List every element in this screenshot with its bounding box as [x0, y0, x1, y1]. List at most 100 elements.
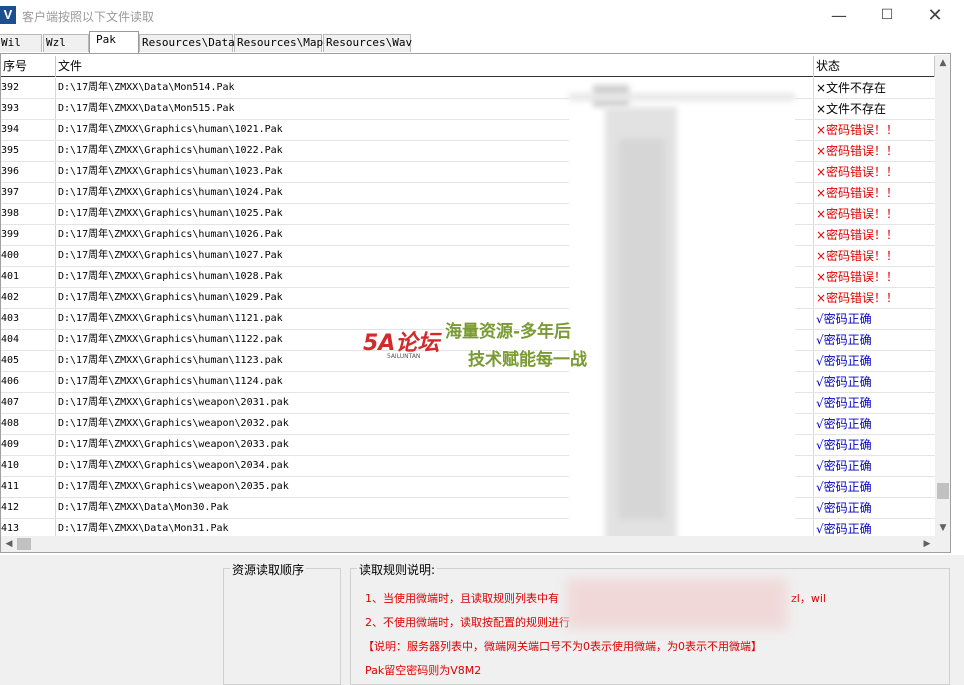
row-status: √密码正确: [813, 372, 935, 392]
row-file-path: D:\17周年\ZMXX\Graphics\human\1026.Pak: [58, 229, 283, 240]
row-status: ×密码错误！！: [813, 225, 935, 245]
row-status: ×文件不存在: [813, 99, 935, 119]
minimize-button[interactable]: —: [816, 0, 862, 31]
row-number: 395: [1, 141, 56, 161]
row-status: ×密码错误！！: [813, 288, 935, 308]
row-status: √密码正确: [813, 309, 935, 329]
vertical-scrollbar[interactable]: ▲ ▼: [935, 55, 950, 536]
rule-line-1-tail: zl，wil: [791, 592, 826, 605]
row-status: √密码正确: [813, 456, 935, 476]
row-file-path: D:\17周年\ZMXX\Graphics\weapon\2032.pak: [58, 418, 289, 429]
row-status: ×密码错误！！: [813, 162, 935, 182]
close-button[interactable]: ✕: [912, 0, 958, 31]
row-file-path: D:\17周年\ZMXX\Graphics\weapon\2033.pak: [58, 439, 289, 450]
pak-password-note: Pak留空密码则为V8M2: [365, 664, 482, 677]
row-number: 412: [1, 498, 56, 518]
row-file-path: D:\17周年\ZMXX\Graphics\human\1029.Pak: [58, 292, 283, 303]
row-number: 409: [1, 435, 56, 455]
row-file-path: D:\17周年\ZMXX\Graphics\human\1028.Pak: [58, 271, 283, 282]
watermark-line-1: 海量资源-多年后: [445, 322, 572, 342]
column-header-no[interactable]: 序号: [1, 56, 56, 77]
row-file-path: D:\17周年\ZMXX\Graphics\weapon\2034.pak: [58, 460, 289, 471]
row-number: 396: [1, 162, 56, 182]
row-file-path: D:\17周年\ZMXX\Graphics\human\1022.Pak: [58, 145, 283, 156]
watermark-subtitle: 5AILUNTAN: [387, 353, 421, 360]
scroll-left-icon[interactable]: ◀: [1, 536, 17, 552]
grid-header: 序号 文件 状态: [1, 56, 935, 77]
window-title: 客户端按照以下文件读取: [22, 10, 155, 24]
tab-resources-map[interactable]: Resources\Map: [234, 34, 323, 52]
watermark-line-2: 技术赋能每一战: [468, 350, 587, 370]
column-header-file[interactable]: 文件: [56, 56, 813, 77]
row-number: 397: [1, 183, 56, 203]
tab-resources-data[interactable]: Resources\Data: [139, 34, 235, 52]
row-number: 399: [1, 225, 56, 245]
scroll-right-icon[interactable]: ▶: [919, 536, 935, 552]
row-file-path: D:\17周年\ZMXX\Graphics\human\1027.Pak: [58, 250, 283, 261]
rule-line-1: 1、当使用微端时，且读取规则列表中有: [365, 592, 559, 605]
row-number: 411: [1, 477, 56, 497]
row-number: 408: [1, 414, 56, 434]
row-file-path: D:\17周年\ZMXX\Graphics\human\1023.Pak: [58, 166, 283, 177]
row-number: 406: [1, 372, 56, 392]
row-status: √密码正确: [813, 498, 935, 518]
tab-pak[interactable]: Pak: [89, 31, 139, 53]
tab-strip: Wil Wzl Pak Resources\Data Resources\Map…: [0, 31, 964, 53]
row-status: ×密码错误！！: [813, 141, 935, 161]
row-status: ×密码错误！！: [813, 183, 935, 203]
row-status: √密码正确: [813, 477, 935, 497]
row-status: ×文件不存在: [813, 78, 935, 98]
row-status: ×密码错误！！: [813, 267, 935, 287]
row-file-path: D:\17周年\ZMXX\Graphics\human\1024.Pak: [58, 187, 283, 198]
maximize-button[interactable]: ☐: [864, 0, 910, 31]
row-status: √密码正确: [813, 393, 935, 413]
row-number: 401: [1, 267, 56, 287]
row-number: 410: [1, 456, 56, 476]
row-file-path: D:\17周年\ZMXX\Data\Mon30.Pak: [58, 502, 229, 513]
row-status: √密码正确: [813, 435, 935, 455]
column-header-status[interactable]: 状态: [813, 56, 935, 77]
row-number: 398: [1, 204, 56, 224]
row-number: 407: [1, 393, 56, 413]
tab-resources-wav[interactable]: Resources\Wav: [323, 34, 412, 52]
read-order-label: 资源读取顺序: [230, 561, 307, 578]
row-file-path: D:\17周年\ZMXX\Graphics\human\1025.Pak: [58, 208, 283, 219]
tab-wil[interactable]: Wil: [0, 34, 42, 52]
row-number: 394: [1, 120, 56, 140]
tab-wzl[interactable]: Wzl: [43, 34, 89, 52]
title-bar: V 客户端按照以下文件读取 — ☐ ✕: [0, 0, 964, 31]
row-number: 392: [1, 78, 56, 98]
row-number: 404: [1, 330, 56, 350]
row-status: √密码正确: [813, 351, 935, 371]
row-file-path: D:\17周年\ZMXX\Graphics\weapon\2031.pak: [58, 397, 289, 408]
app-v-icon: V: [0, 6, 16, 24]
scroll-corner: [935, 536, 950, 552]
row-status: ×密码错误！！: [813, 246, 935, 266]
row-status: ×密码错误！！: [813, 120, 935, 140]
horizontal-scroll-thumb[interactable]: [17, 538, 31, 550]
row-status: √密码正确: [813, 330, 935, 350]
horizontal-scrollbar[interactable]: ◀ ▶: [1, 536, 935, 552]
row-status: ×密码错误！！: [813, 204, 935, 224]
rules-group: 读取规则说明: 1、当使用微端时，且读取规则列表中有 zl，wil 2、不使用微…: [350, 561, 950, 685]
row-file-path: D:\17周年\ZMXX\Data\Mon514.Pak: [58, 82, 235, 93]
row-number: 400: [1, 246, 56, 266]
rules-label: 读取规则说明:: [357, 561, 438, 578]
row-number: 403: [1, 309, 56, 329]
file-grid: 序号 文件 状态 392 D:\17周年\ZMXX\Data\Mon514.Pak…: [0, 53, 951, 553]
rule-note: 【说明：服务器列表中，微端网关端口号不为0表示使用微端，为0表示不用微端】: [363, 640, 762, 653]
row-file-path: D:\17周年\ZMXX\Data\Mon515.Pak: [58, 103, 235, 114]
row-number: 393: [1, 99, 56, 119]
vertical-scroll-thumb[interactable]: [937, 483, 949, 499]
rule-line-2: 2、不使用微端时，读取按配置的规则进行: [365, 616, 570, 629]
row-number: 405: [1, 351, 56, 371]
row-file-path: D:\17周年\ZMXX\Graphics\weapon\2035.pak: [58, 481, 289, 492]
scroll-down-icon[interactable]: ▼: [935, 520, 950, 536]
row-number: 402: [1, 288, 56, 308]
watermark: 5A论坛 5AILUNTAN 海量资源-多年后 技术赋能每一战: [363, 307, 603, 379]
scroll-up-icon[interactable]: ▲: [935, 55, 950, 71]
read-order-group: 资源读取顺序: [223, 561, 341, 685]
row-status: √密码正确: [813, 414, 935, 434]
redacted-rule-text: [567, 579, 787, 629]
row-file-path: D:\17周年\ZMXX\Graphics\human\1021.Pak: [58, 124, 283, 135]
